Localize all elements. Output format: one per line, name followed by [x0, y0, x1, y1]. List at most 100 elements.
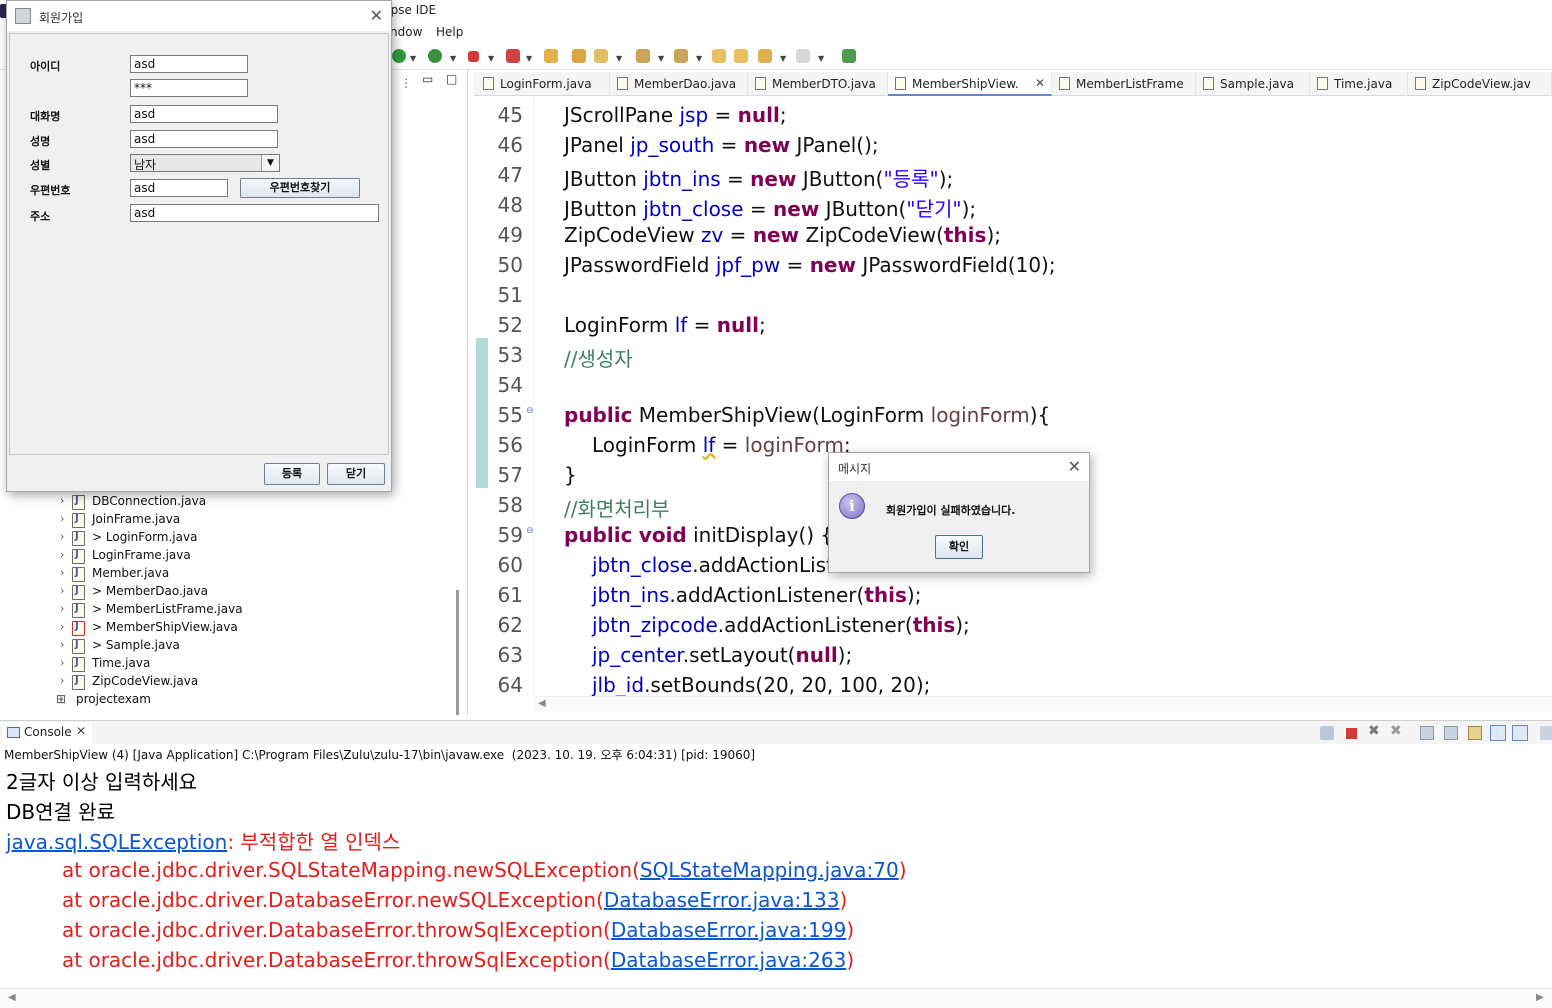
id-field[interactable]: asd: [130, 55, 248, 73]
ok-button[interactable]: 확인: [935, 535, 983, 559]
tab-sample[interactable]: Sample.java: [1196, 72, 1310, 96]
minimize-icon[interactable]: ▭: [422, 72, 433, 86]
tree-item-label: > MemberListFrame.java: [92, 602, 243, 616]
chevron-right-icon[interactable]: ›: [60, 494, 70, 507]
chevron-right-icon[interactable]: ›: [60, 584, 70, 597]
nickname-field[interactable]: asd: [130, 105, 278, 123]
message-dialog-title-bar[interactable]: 메시지 ✕: [829, 453, 1089, 481]
explorer-scrollbar[interactable]: [456, 590, 459, 715]
close-tab-icon[interactable]: ✕: [1035, 76, 1045, 90]
stop-dropdown-icon[interactable]: ▼: [488, 54, 494, 63]
password-field[interactable]: ***: [130, 79, 248, 97]
open-type-icon[interactable]: [572, 49, 586, 63]
zipcode-search-button[interactable]: 우편번호찾기: [240, 178, 360, 198]
terminate-icon[interactable]: [1346, 728, 1357, 739]
console-output[interactable]: 2글자 이상 입력하세요 DB연결 완료 java.sql.SQLExcepti…: [0, 764, 1552, 988]
menu-help[interactable]: Help: [436, 25, 463, 39]
external-tools-dropdown-icon[interactable]: ▼: [526, 54, 532, 63]
remove-launch-icon[interactable]: ✖: [1368, 723, 1380, 739]
open-perspective-icon[interactable]: [842, 49, 856, 63]
scroll-left-icon[interactable]: ◀: [538, 698, 546, 709]
show-console-on-error-icon[interactable]: [1512, 725, 1528, 741]
zipcode-field[interactable]: asd: [130, 179, 228, 197]
last-edit-icon[interactable]: [712, 49, 726, 63]
menu-window[interactable]: ndow: [390, 25, 422, 39]
scroll-lock-icon[interactable]: [1444, 726, 1458, 740]
open-console-icon[interactable]: [1540, 726, 1552, 740]
run-icon[interactable]: [392, 49, 406, 63]
tab-memberdto[interactable]: MemberDTO.java: [748, 72, 888, 96]
gender-select[interactable]: 남자 ▼: [130, 154, 280, 172]
close-button[interactable]: 닫기: [327, 463, 385, 485]
run-dropdown-icon[interactable]: ▼: [410, 54, 416, 63]
source-link[interactable]: SQLStateMapping.java:70: [640, 858, 899, 882]
forward-icon[interactable]: [796, 49, 810, 63]
remove-all-launches-icon[interactable]: ✖: [1390, 723, 1402, 739]
open-folder-icon[interactable]: [544, 49, 558, 63]
source-link[interactable]: DatabaseError.java:199: [611, 918, 847, 942]
scroll-left-icon[interactable]: ◀: [8, 992, 16, 1003]
word-wrap-icon[interactable]: [1468, 726, 1482, 740]
tab-zipcodeview[interactable]: ZipCodeView.jav: [1408, 72, 1552, 96]
chevron-right-icon[interactable]: ›: [60, 638, 70, 651]
view-menu-icon[interactable]: ⋮: [400, 76, 412, 90]
pin-console-icon[interactable]: [1320, 726, 1334, 740]
maximize-icon[interactable]: □: [446, 72, 457, 86]
scroll-right-icon[interactable]: ▶: [1536, 992, 1544, 1003]
back-dropdown-icon[interactable]: ▼: [780, 54, 786, 63]
source-link[interactable]: DatabaseError.java:133: [604, 888, 840, 912]
tab-time[interactable]: Time.java: [1310, 72, 1408, 96]
register-button[interactable]: 등록: [264, 463, 320, 485]
console-horizontal-scrollbar[interactable]: ◀ ▶: [0, 988, 1552, 1008]
java-file-icon: [72, 675, 85, 690]
fold-collapse-icon[interactable]: ⊖: [526, 526, 534, 536]
close-icon[interactable]: ✕: [1068, 457, 1081, 476]
source-link[interactable]: DatabaseError.java:263: [611, 948, 847, 972]
exception-link[interactable]: java.sql.SQLException: [6, 830, 227, 854]
chevron-right-icon[interactable]: ›: [60, 602, 70, 615]
chevron-down-icon[interactable]: ▼: [261, 155, 279, 171]
editor-tab-bar: LoginForm.java MemberDao.java MemberDTO.…: [474, 72, 1552, 96]
chevron-right-icon[interactable]: ›: [60, 530, 70, 543]
close-icon[interactable]: ✕: [370, 6, 383, 25]
prev-annotation-dropdown-icon[interactable]: ▼: [696, 54, 702, 63]
tree-item-label: > Sample.java: [92, 638, 180, 652]
chevron-right-icon[interactable]: ›: [60, 566, 70, 579]
search-dropdown-icon[interactable]: ▼: [616, 54, 622, 63]
next-annotation-dropdown-icon[interactable]: ▼: [658, 54, 664, 63]
next-annotation-icon[interactable]: [636, 49, 650, 63]
tree-item-label: > MemberShipView.java: [92, 620, 238, 634]
tab-memberdao[interactable]: MemberDao.java: [610, 72, 748, 96]
back-icon[interactable]: [758, 49, 772, 63]
chevron-right-icon[interactable]: ›: [60, 548, 70, 561]
tab-console[interactable]: Console ✕: [2, 722, 92, 744]
join-dialog-title-bar[interactable]: 회원가입 ✕: [7, 1, 391, 31]
chevron-right-icon[interactable]: ›: [60, 620, 70, 633]
debug-icon[interactable]: [428, 49, 442, 63]
forward-edit-icon[interactable]: [734, 49, 748, 63]
search-tool-icon[interactable]: [594, 49, 608, 63]
stack-trace-line: at oracle.jdbc.driver.DatabaseError.thro…: [62, 918, 855, 942]
label-name: 성명: [30, 135, 51, 148]
clear-console-icon[interactable]: [1420, 726, 1434, 740]
name-field[interactable]: asd: [130, 130, 278, 148]
show-console-on-output-icon[interactable]: [1490, 725, 1506, 741]
stop-icon[interactable]: [468, 51, 479, 62]
line-number: 49: [497, 223, 523, 247]
external-tools-icon[interactable]: [506, 49, 520, 63]
tab-loginform[interactable]: LoginForm.java: [476, 72, 610, 96]
editor-horizontal-scrollbar[interactable]: ◀: [534, 696, 1552, 712]
chevron-right-icon[interactable]: ›: [60, 512, 70, 525]
forward-dropdown-icon[interactable]: ▼: [818, 54, 824, 63]
java-file-icon: [72, 549, 85, 564]
chevron-right-icon[interactable]: ›: [60, 674, 70, 687]
close-tab-icon[interactable]: ✕: [76, 724, 86, 738]
tab-memberlistframe[interactable]: MemberListFrame: [1052, 72, 1196, 96]
debug-dropdown-icon[interactable]: ▼: [450, 54, 456, 63]
prev-annotation-icon[interactable]: [674, 49, 688, 63]
fold-collapse-icon[interactable]: ⊖: [526, 406, 534, 416]
code-editor[interactable]: JScrollPane jsp = null; JPanel jp_south …: [534, 98, 1552, 696]
tab-membershipview[interactable]: MemberShipView. ✕: [888, 72, 1052, 96]
address-field[interactable]: asd: [130, 204, 379, 222]
chevron-right-icon[interactable]: ›: [60, 656, 70, 669]
